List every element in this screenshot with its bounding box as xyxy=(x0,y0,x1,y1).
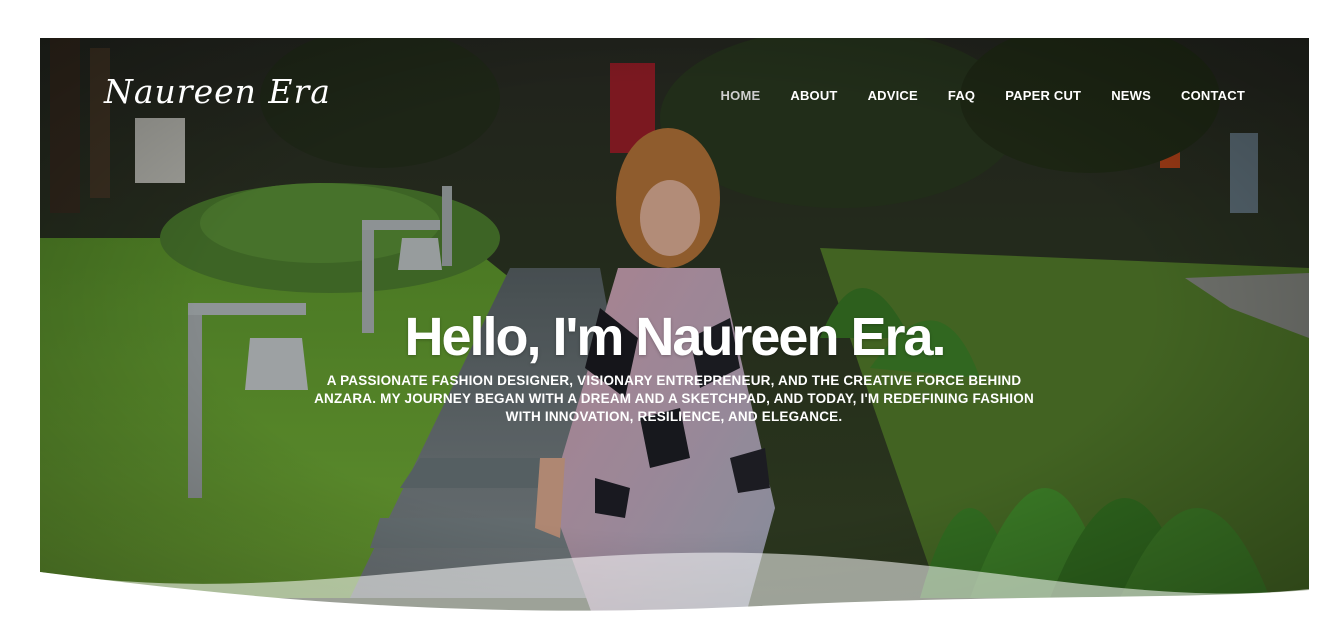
nav-home[interactable]: HOME xyxy=(721,88,761,103)
nav-faq[interactable]: FAQ xyxy=(948,88,975,103)
nav-advice[interactable]: ADVICE xyxy=(868,88,918,103)
hero-section: Naureen Era HOME ABOUT ADVICE FAQ PAPER … xyxy=(40,38,1309,636)
nav-about[interactable]: ABOUT xyxy=(790,88,837,103)
site-logo[interactable]: Naureen Era xyxy=(104,72,331,111)
nav-paper-cut[interactable]: PAPER CUT xyxy=(1005,88,1081,103)
hero-subtitle: A passionate fashion designer, visionary… xyxy=(314,372,1034,424)
nav-news[interactable]: NEWS xyxy=(1111,88,1151,103)
hero-title: Hello, I'm Naureen Era. xyxy=(404,307,946,368)
nav-contact[interactable]: CONTACT xyxy=(1181,88,1245,103)
main-nav: HOME ABOUT ADVICE FAQ PAPER CUT NEWS CON… xyxy=(721,88,1245,103)
